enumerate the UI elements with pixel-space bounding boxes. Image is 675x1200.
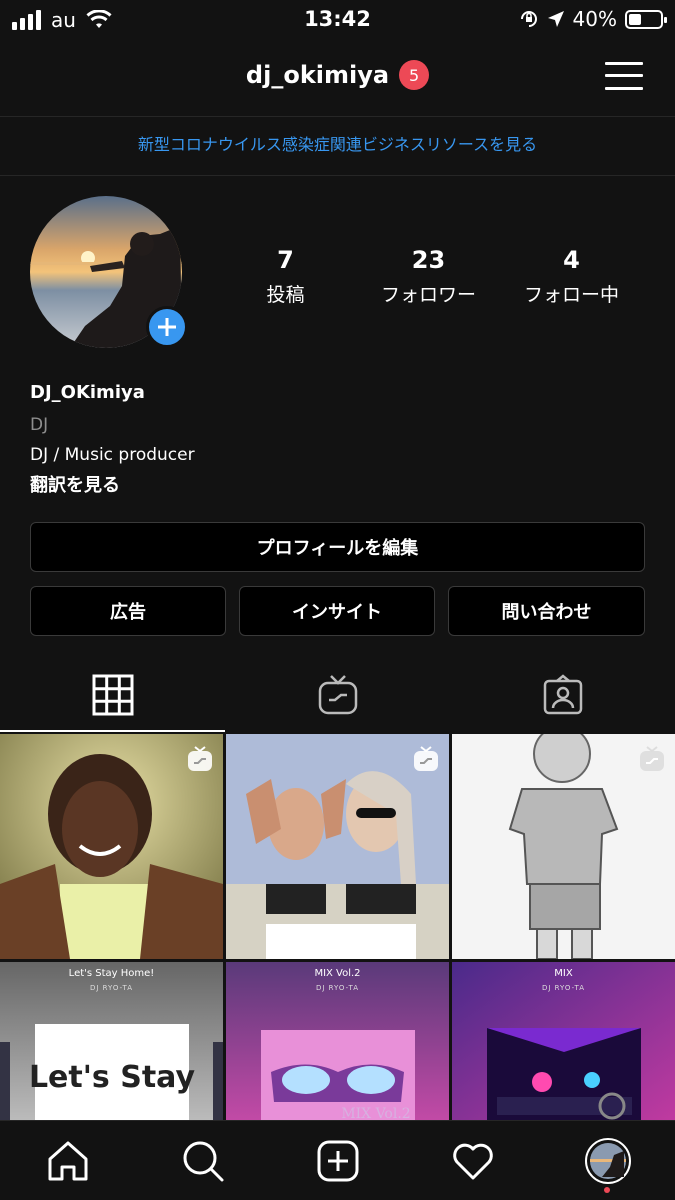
status-bar: au 13:42 40% xyxy=(0,0,675,38)
stat-label: フォロー中 xyxy=(523,284,619,306)
nav-search[interactable] xyxy=(135,1121,270,1200)
grid-post[interactable]: MIX Vol.2 MIX Vol.2 DJ RYO-TA xyxy=(226,962,449,1120)
tagged-icon xyxy=(543,674,582,715)
nav-home[interactable] xyxy=(0,1121,135,1200)
edit-profile-button[interactable]: プロフィールを編集 xyxy=(30,522,645,572)
grid-post[interactable] xyxy=(0,734,223,959)
stat-label: フォロワー xyxy=(380,284,476,306)
post-art-text: MIX Vol.2 xyxy=(341,1106,410,1120)
battery-icon xyxy=(625,9,667,29)
stat-label: 投稿 xyxy=(266,284,305,306)
bio-text: DJ / Music producer xyxy=(30,445,195,465)
post-subtitle: DJ RYO-TA xyxy=(315,984,360,992)
profile-bio: DJ_OKimiya DJ DJ / Music producer 翻訳を見る xyxy=(30,382,630,497)
nav-new-post[interactable] xyxy=(270,1121,405,1200)
profile-stats: 7 投稿 23 フォロワー 4 フォロー中 xyxy=(214,246,644,307)
nav-profile[interactable] xyxy=(540,1121,675,1200)
display-name: DJ_OKimiya xyxy=(30,382,145,403)
profile-header: dj_okimiya 5 xyxy=(0,38,675,116)
add-story-button[interactable] xyxy=(146,306,188,348)
grid-icon xyxy=(92,674,133,716)
status-right: 40% xyxy=(519,7,667,31)
igtv-badge-icon xyxy=(414,746,438,771)
nav-activity[interactable] xyxy=(405,1121,540,1200)
posts-grid: Let's Stay Let's Stay Home! DJ RYO-TA MI… xyxy=(0,734,675,1120)
account-switcher[interactable]: dj_okimiya 5 xyxy=(0,60,675,90)
location-arrow-icon xyxy=(547,11,564,27)
home-icon xyxy=(48,1141,87,1181)
post-subtitle: DJ RYO-TA xyxy=(541,984,586,992)
orientation-lock-icon xyxy=(520,11,537,27)
post-title: Let's Stay Home! xyxy=(68,968,155,979)
stat-value: 7 xyxy=(277,246,294,274)
grid-post[interactable] xyxy=(452,734,675,959)
grid-post[interactable]: MIX DJ RYO-TA xyxy=(452,962,675,1120)
profile-tabs xyxy=(0,658,675,732)
header-username[interactable]: dj_okimiya xyxy=(246,61,389,89)
igtv-icon xyxy=(318,675,357,715)
profile-avatar-icon xyxy=(584,1138,631,1184)
following-count[interactable]: 4 フォロー中 xyxy=(500,246,643,307)
post-title: MIX xyxy=(554,968,573,979)
tab-tagged[interactable] xyxy=(450,658,675,732)
profile-category: DJ xyxy=(30,415,49,435)
post-art-text: Let's Stay xyxy=(29,1060,196,1095)
notification-badge: 5 xyxy=(399,60,430,90)
post-title: MIX Vol.2 xyxy=(314,968,361,979)
bottom-navigation xyxy=(0,1120,675,1200)
igtv-badge-icon xyxy=(188,746,212,771)
post-subtitle: DJ RYO-TA xyxy=(89,984,134,992)
battery-percent: 40% xyxy=(572,7,617,31)
igtv-badge-icon xyxy=(640,746,664,771)
menu-icon[interactable] xyxy=(605,60,643,92)
insights-button[interactable]: インサイト xyxy=(239,586,435,636)
posts-count[interactable]: 7 投稿 xyxy=(214,246,357,307)
stat-value: 23 xyxy=(411,246,446,274)
covid-business-resources-link[interactable]: 新型コロナウイルス感染症関連ビジネスリソースを見る xyxy=(0,116,675,176)
grid-post[interactable] xyxy=(226,734,449,959)
search-icon xyxy=(183,1141,223,1182)
new-post-icon xyxy=(317,1140,358,1182)
grid-post[interactable]: Let's Stay Let's Stay Home! DJ RYO-TA xyxy=(0,962,223,1120)
contact-button[interactable]: 問い合わせ xyxy=(448,586,645,636)
tab-igtv[interactable] xyxy=(225,658,450,732)
ads-button[interactable]: 広告 xyxy=(30,586,226,636)
see-translation-link[interactable]: 翻訳を見る xyxy=(30,471,630,497)
stat-value: 4 xyxy=(563,246,580,274)
activity-heart-icon xyxy=(452,1143,493,1180)
tab-posts-grid[interactable] xyxy=(0,658,225,732)
followers-count[interactable]: 23 フォロワー xyxy=(357,246,500,307)
notification-dot xyxy=(604,1187,610,1193)
